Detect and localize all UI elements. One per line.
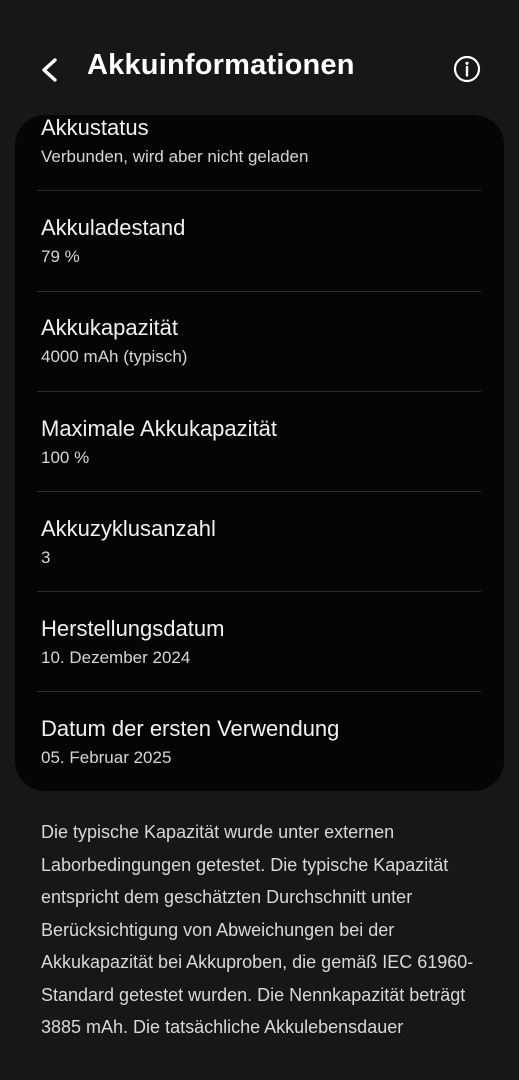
row-charge-level: Akkuladestand 79 %: [15, 215, 504, 315]
row-manufacture-date: Herstellungsdatum 10. Dezember 2024: [15, 616, 504, 716]
row-label: Akkuzyklusanzahl: [41, 516, 216, 541]
row-value: 3: [41, 548, 51, 567]
row-label: Herstellungsdatum: [41, 616, 225, 641]
capacity-note: Die typische Kapazität wurde unter exter…: [41, 822, 474, 1037]
row-value: 100 %: [41, 448, 90, 467]
row-capacity: Akkukapazität 4000 mAh (typisch): [15, 315, 504, 415]
divider: [37, 691, 481, 692]
divider: [37, 391, 481, 392]
row-label: Akkuladestand: [41, 215, 186, 240]
info-circle-icon: [453, 55, 481, 83]
divider: [37, 591, 481, 592]
chevron-left-icon: [42, 58, 57, 82]
row-cycle-count: Akkuzyklusanzahl 3: [15, 516, 504, 616]
back-button[interactable]: [30, 50, 70, 90]
row-value: 10. Dezember 2024: [41, 648, 191, 667]
row-value: Verbunden, wird aber nicht geladen: [41, 147, 309, 166]
divider: [37, 491, 481, 492]
row-battery-status: Akkustatus Verbunden, wird aber nicht ge…: [15, 115, 504, 215]
app-bar: Akkuinformationen: [0, 40, 519, 100]
row-label: Akkukapazität: [41, 315, 178, 340]
row-label: Datum der ersten Verwendung: [41, 716, 340, 741]
row-value: 79 %: [41, 247, 80, 266]
info-button[interactable]: [450, 52, 484, 86]
row-value: 05. Februar 2025: [41, 748, 172, 767]
battery-info-screen: Akkuinformationen Akkustatus Verbunden, …: [0, 0, 519, 1080]
battery-info-card: Akkustatus Verbunden, wird aber nicht ge…: [15, 115, 504, 791]
page-title: Akkuinformationen: [87, 49, 355, 81]
divider: [37, 291, 481, 292]
row-label: Akkustatus: [41, 115, 149, 140]
row-value: 4000 mAh (typisch): [41, 347, 188, 366]
row-first-use-date: Datum der ersten Verwendung 05. Februar …: [15, 716, 504, 791]
row-label: Maximale Akkukapazität: [41, 416, 277, 441]
row-max-capacity: Maximale Akkukapazität 100 %: [15, 416, 504, 516]
divider: [37, 190, 481, 191]
